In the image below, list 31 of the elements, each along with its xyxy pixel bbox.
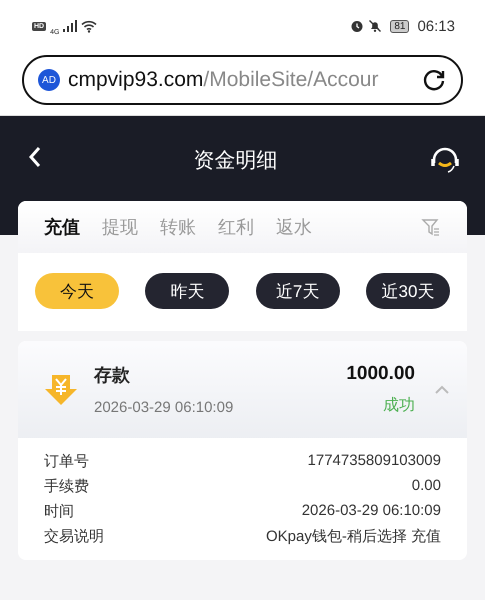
- battery-indicator: 81: [390, 20, 410, 32]
- date-filter-chip[interactable]: 近30天: [366, 273, 450, 309]
- site-badge: AD: [38, 69, 60, 91]
- yen-down-icon: [44, 372, 78, 406]
- date-filter-chip[interactable]: 近7天: [256, 273, 340, 309]
- detail-label: 交易说明: [44, 527, 104, 546]
- detail-label: 时间: [44, 502, 74, 521]
- date-filter-chip[interactable]: 昨天: [145, 273, 230, 309]
- detail-value: OKpay钱包-稍后选择 充值: [266, 527, 441, 546]
- back-icon[interactable]: [28, 146, 42, 168]
- detail-label: 手续费: [44, 477, 89, 496]
- alarm-icon: [350, 19, 364, 33]
- date-filter-chip[interactable]: 今天: [35, 273, 119, 309]
- record-status: 成功: [383, 396, 415, 416]
- tab[interactable]: 充值: [44, 215, 80, 239]
- wifi-icon: [81, 20, 98, 32]
- address-bar[interactable]: AD cmpvip93.com/MobileSite/Accour: [22, 55, 463, 105]
- detail-value: 1774735809103009: [308, 452, 441, 471]
- reload-icon[interactable]: [421, 67, 447, 93]
- signal-icon: [63, 20, 78, 32]
- page-title: 资金明细: [194, 148, 278, 174]
- status-time: 06:13: [417, 18, 455, 34]
- url-text: cmpvip93.com/MobileSite/Accour: [68, 68, 380, 92]
- muted-bell-icon: [368, 19, 382, 33]
- record-header[interactable]: 存款 2026-03-29 06:10:09 1000.00 成功: [18, 341, 467, 438]
- record-time: 2026-03-29 06:10:09: [94, 399, 234, 416]
- detail-value: 2026-03-29 06:10:09: [302, 502, 441, 521]
- detail-value: 0.00: [412, 477, 441, 496]
- detail-label: 订单号: [44, 452, 89, 471]
- record-title: 存款: [94, 364, 131, 387]
- record-amount: 1000.00: [346, 363, 415, 385]
